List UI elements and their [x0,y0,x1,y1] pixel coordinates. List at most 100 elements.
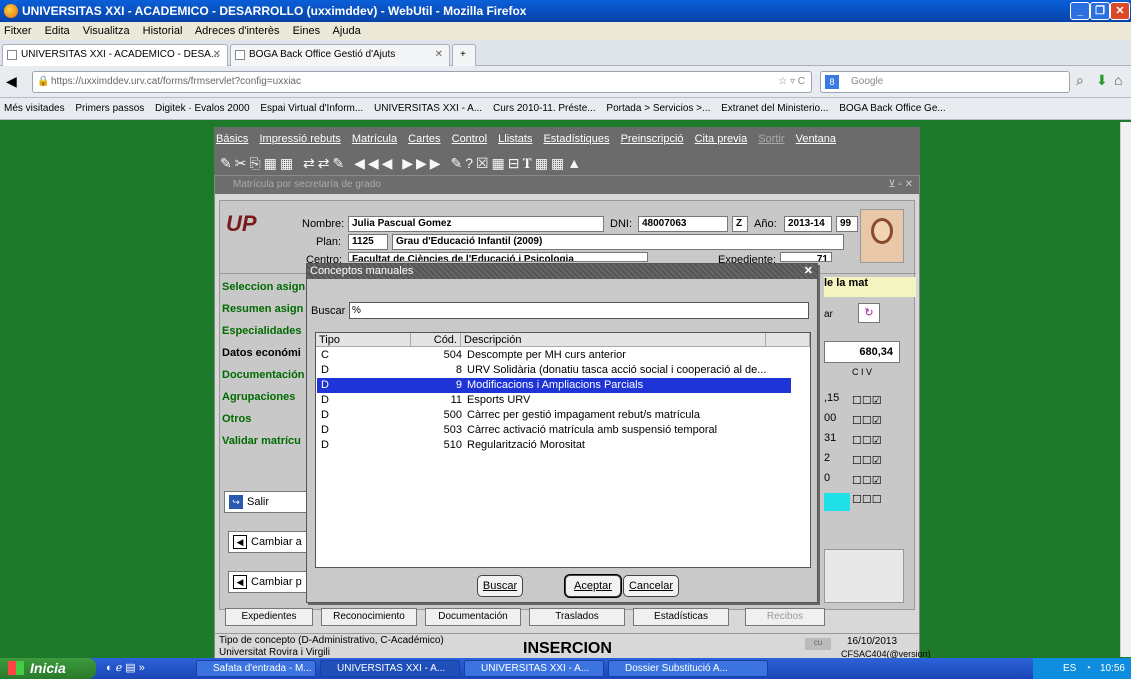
app-menu-sortir[interactable]: Sortir [758,133,784,145]
nav-datos-economicos[interactable]: Datos económi [222,347,301,359]
app-menu-cartes[interactable]: Cartes [408,133,440,145]
tray-network-icon[interactable]: ◔ [1085,663,1091,674]
salir-button[interactable]: ↪ Salir [224,491,314,513]
conceptos-list[interactable]: Tipo Cód. Descripción C 504 Descompte pe… [315,332,811,568]
reload-icon[interactable]: ☆ ▿ C [778,72,805,92]
bookmark-item[interactable]: Extranet del Ministerio... [721,103,828,114]
header-cod[interactable]: Cód. [411,333,461,347]
toolbar-icons[interactable]: ✎✂⎘▦▦ ⇄⇄✎ ◀◀◀ ▶▶▶ ✎?☒▦⊟𝐓▦▦▲ [220,155,584,171]
list-item[interactable]: D 8 URV Solidària (donatiu tasca acció s… [317,363,791,378]
right-value: 0 [824,472,831,484]
checkbox-column[interactable]: ☐☐☑ ☐☐☑ ☐☐☑ ☐☐☑ ☐☐☑ [852,391,882,491]
tab-close-icon[interactable]: ✕ [435,45,443,65]
menu-edita[interactable]: Edita [45,25,70,37]
task-dossier[interactable]: Dossier Substitució A... [608,660,768,677]
aceptar-button[interactable]: Aceptar [565,575,621,597]
nav-validar[interactable]: Validar matrícu [222,435,301,447]
buscar-input[interactable]: % [349,302,809,319]
tab-boga[interactable]: BOGA Back Office Gestió d'Ajuts ✕ [230,44,450,66]
app-menu-cita-previa[interactable]: Cita previa [695,133,748,145]
ano-extra-field[interactable]: 99 [836,216,858,232]
menu-adreces[interactable]: Adreces d'interès [195,25,280,37]
tab-close-icon[interactable]: ✕ [213,45,221,65]
centro-field[interactable]: Facultat de Ciències de l'Educació i Psi… [348,252,648,262]
menu-historial[interactable]: Historial [143,25,183,37]
nav-agrupaciones[interactable]: Agrupaciones [222,391,295,403]
app-menu-matricula[interactable]: Matrícula [352,133,397,145]
plan-name-field[interactable]: Grau d'Educació Infantil (2009) [392,234,844,250]
bookmark-item[interactable]: Espai Virtual d'Inform... [260,103,363,114]
refresh-icon[interactable]: ↻ [858,303,880,323]
list-item[interactable]: C 504 Descompte per MH curs anterior [317,348,791,363]
back-icon[interactable]: ◀ [6,73,17,90]
page-scrollbar[interactable] [1120,122,1131,657]
nav-documentacion[interactable]: Documentación [222,369,305,381]
list-item[interactable]: D 11 Esports URV [317,393,791,408]
task-safata[interactable]: Safata d'entrada - M... [196,660,316,677]
plan-code-field[interactable]: 1125 [348,234,388,250]
header-descripcion[interactable]: Descripción [461,333,766,347]
reconocimiento-button[interactable]: Reconocimiento [321,608,417,626]
cambiar-p-button[interactable]: ◀ Cambiar p [228,571,314,593]
maximize-button[interactable]: ❐ [1090,2,1110,20]
task-universitas-ie[interactable]: UNIVERSITAS XXI - A... [464,660,604,677]
bookmark-item[interactable]: BOGA Back Office Ge... [839,103,946,114]
dni-field[interactable]: 48007063 [638,216,728,232]
dni-letter-field[interactable]: Z [732,216,748,232]
app-menu-impressio[interactable]: Impressió rebuts [259,133,340,145]
search-input[interactable]: 8 Google [820,71,1070,93]
list-item-selected[interactable]: D 9 Modificacions i Ampliacions Parcials [316,377,792,394]
menu-visualitza[interactable]: Visualitza [83,25,130,37]
cambiar-a-button[interactable]: ◀ Cambiar a [228,531,314,553]
tab-universitas[interactable]: UNIVERSITAS XXI - ACADEMICO - DESA... ✕ [2,44,228,66]
nav-resumen[interactable]: Resumen asign [222,303,303,315]
tray-language[interactable]: ES [1063,663,1076,674]
start-button[interactable]: Inicia [0,658,96,679]
app-menu-ventana[interactable]: Ventana [796,133,836,145]
home-icon[interactable]: ⌂ [1114,72,1122,88]
magnifier-icon[interactable]: ⌕ [1076,72,1084,89]
url-bar[interactable]: 🔒 https://uxximddev.urv.cat/forms/frmser… [32,71,812,93]
task-universitas-firefox[interactable]: UNIVERSITAS XXI - A... [320,660,460,677]
ano-field[interactable]: 2013-14 [784,216,832,232]
nombre-field[interactable]: Julia Pascual Gomez [348,216,604,232]
close-window-button[interactable]: ✕ [1110,2,1130,20]
estadisticas-button[interactable]: Estadísticas [633,608,729,626]
bookmark-item[interactable]: Curs 2010-11. Préste... [493,103,596,114]
nav-otros[interactable]: Otros [222,413,251,425]
list-item[interactable]: D 503 Càrrec activació matrícula amb sus… [317,423,791,438]
header-tipo[interactable]: Tipo [316,333,411,347]
cyan-field[interactable] [824,493,850,511]
buscar-button[interactable]: Buscar [477,575,523,597]
app-menu-preinscripcio[interactable]: Preinscripció [621,133,684,145]
minimize-button[interactable]: _ [1070,2,1090,20]
menu-eines[interactable]: Eines [293,25,321,37]
list-item[interactable]: D 500 Càrrec per gestió impagament rebut… [317,408,791,423]
nav-seleccion[interactable]: Seleccion asign [222,281,305,293]
menu-ajuda[interactable]: Ajuda [333,25,361,37]
bookmark-item[interactable]: Més visitades [4,103,65,114]
app-menu-estadistiques[interactable]: Estadístiques [543,133,609,145]
bookmark-item[interactable]: Digitek · Evalos 2000 [155,103,250,114]
expedientes-button[interactable]: Expedientes [225,608,313,626]
bookmark-item[interactable]: Portada > Servicios >... [606,103,710,114]
app-menu-basics[interactable]: Básics [216,133,248,145]
cancelar-button[interactable]: Cancelar [623,575,679,597]
expediente-field[interactable]: 71 [780,252,832,262]
form-window-controls[interactable]: ⊻ ▫ ✕ [888,176,913,194]
documentacion-button[interactable]: Documentación [425,608,521,626]
nav-especialidades[interactable]: Especialidades [222,325,302,337]
app-menu-llistats[interactable]: Llistats [498,133,532,145]
recibos-button[interactable]: Recibos [745,608,825,626]
new-tab-button[interactable]: + [452,44,476,66]
bookmark-item[interactable]: Primers passos [75,103,144,114]
bookmark-item[interactable]: UNIVERSITAS XXI - A... [374,103,482,114]
menu-fitxer[interactable]: Fitxer [4,25,32,37]
dialog-close-icon[interactable]: ✕ [804,264,813,279]
list-item[interactable]: D 510 Regularització Morositat [317,438,791,453]
app-menu-control[interactable]: Control [452,133,487,145]
traslados-button[interactable]: Traslados [529,608,625,626]
download-icon[interactable]: ⬇ [1096,72,1108,89]
quicklaunch-icons[interactable]: ◐ ℯ ▤ » [106,661,145,674]
checkbox-row[interactable]: ☐☐☐ [852,493,882,506]
